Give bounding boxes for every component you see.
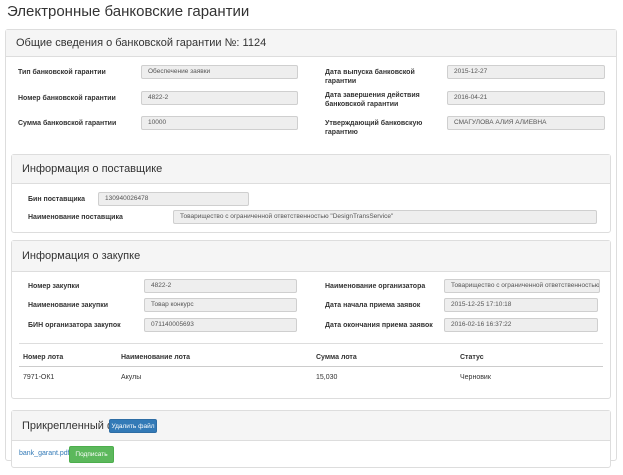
guarantee-number-field[interactable]: 4822-2 bbox=[141, 91, 298, 105]
organizer-bin-label: БИН организатора закупок bbox=[28, 322, 121, 329]
end-date-field[interactable]: 2016-04-21 bbox=[447, 91, 605, 105]
attached-file-link[interactable]: bank_garant.pdf bbox=[19, 450, 70, 457]
lot-status-cell: Черновик bbox=[460, 374, 491, 381]
page-title: Электронные банковские гарантии bbox=[7, 3, 250, 20]
purchase-number-field[interactable]: 4822-2 bbox=[144, 279, 297, 293]
start-date-field[interactable]: 2015-12-25 17:10:18 bbox=[444, 298, 598, 312]
supplier-bin-field[interactable]: 130940026478 bbox=[98, 192, 249, 206]
organizer-name-label: Наименование организатора bbox=[325, 283, 426, 290]
attachment-panel: Прикрепленный файл Удалить файл bank_gar… bbox=[11, 410, 611, 468]
organizer-name-field[interactable]: Товарищество с ограниченной ответственно… bbox=[444, 279, 600, 293]
purchase-name-label: Наименование закупки bbox=[28, 302, 109, 309]
supplier-panel: Информация о поставщике Бин поставщика 1… bbox=[11, 154, 611, 233]
start-date-label: Дата начала приема заявок bbox=[325, 302, 421, 309]
organizer-bin-field[interactable]: 071140005693 bbox=[144, 318, 297, 332]
guarantee-number-label: Номер банковской гарантии bbox=[18, 95, 116, 102]
end-date-field[interactable]: 2016-02-16 16:37:22 bbox=[444, 318, 598, 332]
supplier-heading: Информация о поставщике bbox=[12, 155, 610, 184]
purchase-name-field[interactable]: Товар конкурс bbox=[144, 298, 297, 312]
purchase-number-label: Номер закупки bbox=[28, 283, 80, 290]
issue-date-field[interactable]: 2015-12-27 bbox=[447, 65, 605, 79]
lot-name-cell: Акулы bbox=[121, 374, 142, 381]
attachment-heading: Прикрепленный файл bbox=[12, 411, 610, 441]
approver-field[interactable]: СМАГУЛОВА АЛИЯ АЛИЕВНА bbox=[447, 116, 605, 130]
general-info-heading: Общие сведения о банковской гарантии №: … bbox=[6, 30, 616, 57]
lots-header-sum: Сумма лота bbox=[316, 354, 357, 361]
issue-date-label: Дата выпуска банковской гарантии bbox=[325, 69, 415, 85]
purchase-title: Информация о закупке bbox=[22, 250, 141, 262]
supplier-bin-label: Бин поставщика bbox=[28, 196, 86, 203]
end-date-label: Дата завершения действия банковской гара… bbox=[325, 92, 420, 108]
supplier-name-label: Наименование поставщика bbox=[28, 214, 123, 221]
lot-sum-cell: 15,030 bbox=[316, 374, 338, 381]
end-date-label: Дата окончания приема заявок bbox=[325, 322, 433, 329]
sign-button[interactable]: Подписать bbox=[69, 446, 114, 463]
guarantee-sum-label: Сумма банковской гарантии bbox=[18, 120, 117, 127]
guarantee-type-label: Тип банковской гарантии bbox=[18, 69, 106, 76]
guarantee-type-field[interactable]: Обеспечение заявки bbox=[141, 65, 298, 79]
lots-header-number: Номер лота bbox=[23, 354, 64, 361]
lot-number-cell: 7971-ОК1 bbox=[23, 374, 55, 381]
supplier-title: Информация о поставщике bbox=[22, 163, 163, 175]
general-info-title: Общие сведения о банковской гарантии №: … bbox=[16, 37, 267, 49]
delete-file-button[interactable]: Удалить файл bbox=[109, 419, 157, 433]
approver-label: Утверждающий банковскую гарантию bbox=[325, 120, 423, 136]
purchase-panel: Информация о закупке Номер закупки 4822-… bbox=[11, 240, 611, 399]
lots-header-name: Наименование лота bbox=[121, 354, 191, 361]
lots-table-top-divider bbox=[19, 343, 603, 344]
supplier-name-field[interactable]: Товарищество с ограниченной ответственно… bbox=[173, 210, 597, 224]
purchase-heading: Информация о закупке bbox=[12, 241, 610, 272]
guarantee-sum-field[interactable]: 10000 bbox=[141, 116, 298, 130]
lots-table-header-divider bbox=[19, 366, 603, 367]
lots-header-status: Статус bbox=[460, 354, 484, 361]
